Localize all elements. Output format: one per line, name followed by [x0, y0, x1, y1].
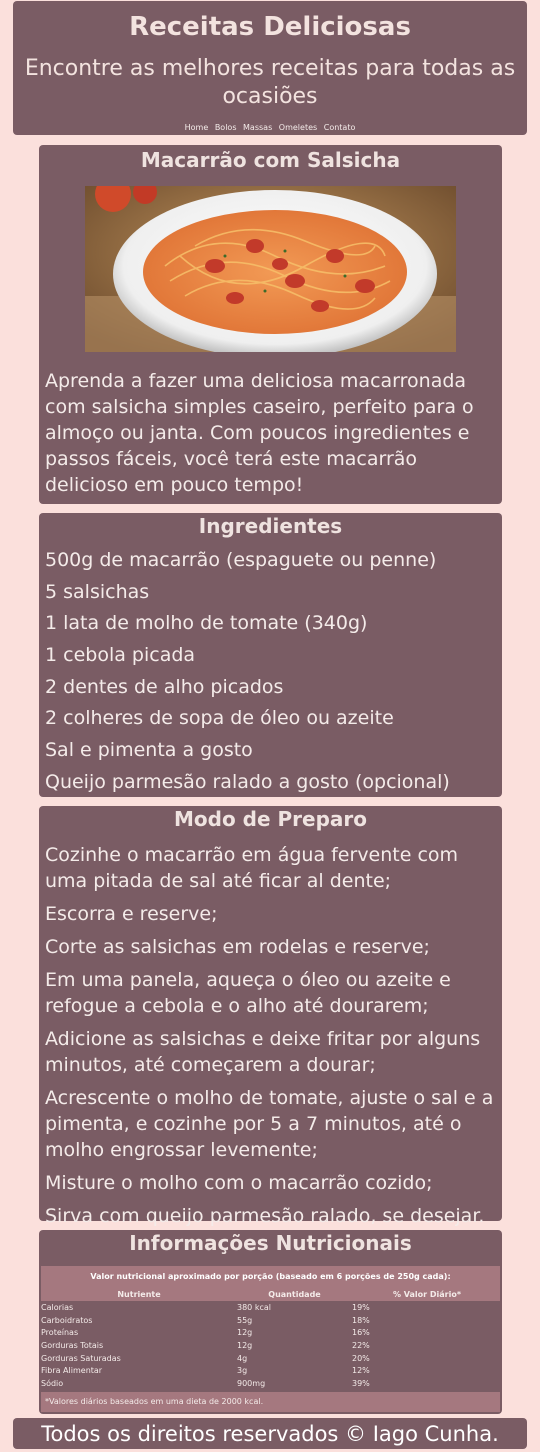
table-cell: Calorias [41, 1303, 74, 1312]
table-cell: 39% [352, 1379, 370, 1389]
nav-link-contato[interactable]: Contato [324, 123, 356, 132]
table-cell: 900mg [237, 1379, 266, 1389]
table-cell: Proteínas [41, 1328, 79, 1338]
ingredients-card: Ingredientes 500g de macarrão (espaguete… [39, 513, 502, 797]
nav-link-home[interactable]: Home [185, 123, 209, 132]
column-header-daily-value: % Valor Diário* [392, 1290, 462, 1299]
nutrition-table-header: Nutriente Quantidade % Valor Diário* [41, 1288, 500, 1301]
list-item: 1 lata de molho de tomate (340g) [45, 612, 368, 635]
table-cell: 380 kcal [237, 1303, 271, 1312]
ingredients-list: 500g de macarrão (espaguete ou penne) 5 … [45, 545, 498, 799]
table-cell: 20% [352, 1353, 370, 1363]
list-item: 5 salsichas [45, 580, 150, 603]
table-cell: 16% [352, 1328, 370, 1338]
site-footer: Todos os direitos reservados © Iago Cunh… [13, 1418, 527, 1449]
table-cell: 22% [352, 1341, 370, 1351]
table-row: Proteínas 12g 16% [41, 1327, 500, 1340]
step-item: Cozinhe o macarrão em água fervente com … [45, 844, 459, 892]
recipe-photo [85, 186, 456, 352]
method-title: Modo de Preparo [173, 807, 367, 831]
nutrition-footnote: *Valores diários baseados em uma dieta d… [41, 1392, 500, 1412]
column-header-nutrient: Nutriente [117, 1290, 161, 1299]
step-item: Escorra e reserve; [45, 903, 218, 925]
table-row: Gorduras Totais 12g 22% [41, 1340, 500, 1353]
nutrition-card: Informações Nutricionais Valor nutricion… [39, 1230, 502, 1414]
list-item: 1 cebola picada [45, 644, 196, 667]
table-cell: 12g [237, 1341, 253, 1351]
table-row: Fibra Alimentar 3g 12% [41, 1365, 500, 1378]
table-row: Calorias 380 kcal 19% [41, 1302, 500, 1315]
step-item: Corte as salsichas em rodelas e reserve; [45, 936, 430, 958]
list-item: Sal e pimenta a gosto [45, 739, 253, 762]
table-cell: 4g [237, 1353, 248, 1363]
table-cell: 3g [237, 1366, 248, 1376]
table-cell: 12% [352, 1366, 370, 1376]
table-cell: Gorduras Saturadas [41, 1353, 121, 1363]
recipe-card: Macarrão com Salsicha Aprenda a fazer um… [39, 145, 502, 504]
nav-link-bolos[interactable]: Bolos [215, 123, 237, 132]
list-item: 500g de macarrão (espaguete ou penne) [45, 549, 437, 571]
nav-link-massas[interactable]: Massas [243, 123, 272, 132]
site-header: Receitas Deliciosas Encontre as melhores… [13, 1, 527, 135]
recipe-description: Aprenda a fazer uma deliciosa macarronad… [45, 370, 474, 496]
table-cell: Carboidratos [41, 1315, 93, 1325]
step-item: Sirva com queijo parmesão ralado, se des… [45, 1205, 485, 1227]
table-cell: 18% [352, 1315, 370, 1325]
table-row: Sódio 900mg 39% [41, 1378, 500, 1391]
method-card: Modo de Preparo Cozinhe o macarrão em ág… [39, 806, 502, 1227]
table-cell: 19% [352, 1303, 370, 1312]
nutrition-table-caption: Valor nutricional aproximado por porção … [41, 1266, 500, 1288]
list-item: 2 colheres de sopa de óleo ou azeite [45, 707, 394, 730]
table-row: Gorduras Saturadas 4g 20% [41, 1353, 500, 1366]
site-subtitle: Encontre as melhores receitas para todas… [24, 56, 516, 109]
step-item: Acrescente o molho de tomate, ajuste o s… [45, 1087, 494, 1161]
nutrition-title: Informações Nutricionais [129, 1231, 412, 1255]
main-nav: Home Bolos Massas Omeletes Contato [13, 123, 527, 133]
table-cell: Gorduras Totais [41, 1341, 104, 1351]
column-header-quantity: Quantidade [268, 1290, 321, 1299]
nutrition-table-body: Calorias 380 kcal 19% Carboidratos 55g 1… [41, 1302, 500, 1391]
site-title: Receitas Deliciosas [129, 12, 411, 42]
method-steps: Cozinhe o macarrão em água fervente com … [45, 842, 498, 1236]
table-cell: 12g [237, 1328, 253, 1338]
recipe-title: Macarrão com Salsicha [140, 148, 401, 172]
table-cell: 55g [237, 1315, 253, 1325]
table-row: Carboidratos 55g 18% [41, 1315, 500, 1328]
step-item: Adicione as salsichas e deixe fritar por… [45, 1028, 481, 1076]
footer-copyright: Todos os direitos reservados © Iago Cunh… [41, 1422, 499, 1446]
step-item: Em uma panela, aqueça o óleo ou azeite e… [45, 969, 451, 1017]
table-cell: Sódio [41, 1379, 64, 1389]
list-item: 2 dentes de alho picados [45, 675, 284, 698]
nav-link-omeletes[interactable]: Omeletes [279, 123, 317, 132]
list-item: Queijo parmesão ralado a gosto (opcional… [45, 770, 450, 793]
table-cell: Fibra Alimentar [41, 1366, 103, 1376]
step-item: Misture o molho com o macarrão cozido; [45, 1172, 433, 1194]
ingredients-title: Ingredientes [198, 514, 343, 538]
